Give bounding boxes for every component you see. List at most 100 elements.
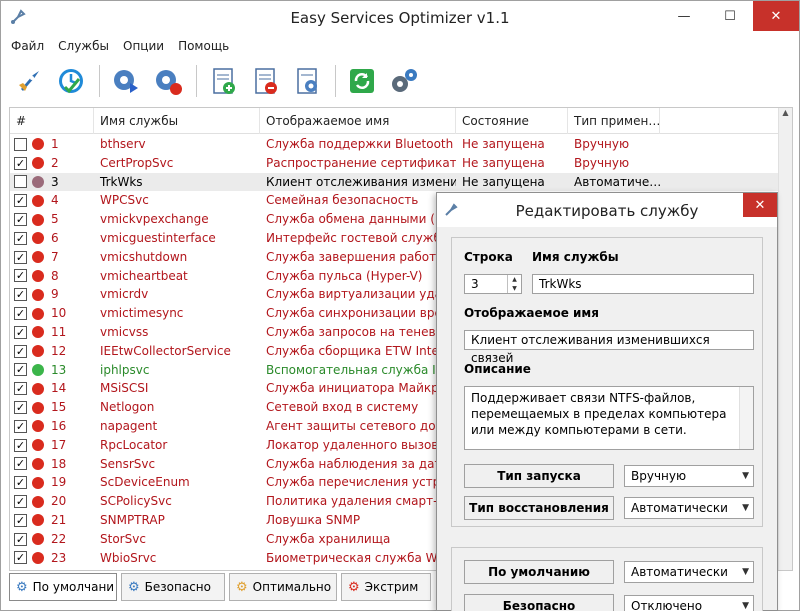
service-name-field[interactable]: TrkWks <box>532 274 754 294</box>
row-number: 9 <box>51 287 59 302</box>
preset-default-button[interactable]: ⚙ По умолчани <box>9 573 117 601</box>
row-number: 7 <box>51 249 59 264</box>
menu-help[interactable]: Помощь <box>178 39 229 53</box>
column-header-apply-type[interactable]: Тип примен… <box>568 108 660 134</box>
table-row[interactable]: 1 bthserv Служба поддержки Bluetooth Не зап… <box>10 135 780 154</box>
description-scrollbar[interactable] <box>739 387 753 449</box>
column-header-service-name[interactable]: Имя службы <box>94 108 260 134</box>
row-checkbox[interactable]: ✓ <box>14 382 27 396</box>
column-header-state[interactable]: Состояние <box>456 108 568 134</box>
service-name-cell: vmicheartbeat <box>100 268 188 283</box>
row-checkbox[interactable]: ✓ <box>14 513 27 527</box>
status-dot-icon <box>32 251 44 264</box>
refresh-icon[interactable] <box>344 63 380 99</box>
minimize-button[interactable]: — <box>661 1 707 31</box>
row-checkbox[interactable]: ✓ <box>14 532 27 546</box>
title-bar: Easy Services Optimizer v1.1 — ☐ ✕ <box>1 1 799 35</box>
row-checkbox[interactable]: ✓ <box>14 401 27 415</box>
row-checkbox[interactable] <box>14 175 27 189</box>
menu-options[interactable]: Опции <box>123 39 164 53</box>
list-scrollbar[interactable]: ▲ <box>778 108 792 570</box>
stepper-arrows-icon[interactable]: ▲ ▼ <box>507 275 521 293</box>
description-textarea[interactable]: Поддерживает связи NTFS-файлов, перемеща… <box>464 386 754 450</box>
clock-icon[interactable] <box>53 63 89 99</box>
menu-bar: Файл Службы Опции Помощь <box>1 35 799 57</box>
rocket-icon[interactable] <box>11 63 47 99</box>
service-name-cell: ScDeviceEnum <box>100 475 190 490</box>
recovery-type-select[interactable]: Автоматически ▼ <box>624 497 754 519</box>
preset-safe-button[interactable]: ⚙ Безопасно <box>121 573 225 601</box>
preset-optimal-button[interactable]: ⚙ Оптимально <box>229 573 337 601</box>
doc-settings-icon[interactable] <box>289 63 325 99</box>
display-name-cell: Агент защиты сетевого дост… <box>266 418 456 433</box>
row-checkbox[interactable]: ✓ <box>14 250 27 264</box>
service-name-cell: vmicvss <box>100 324 149 339</box>
settings-gears-icon[interactable] <box>386 63 422 99</box>
column-header-number[interactable]: # <box>10 108 94 134</box>
close-button[interactable]: ✕ <box>753 1 799 31</box>
row-checkbox[interactable]: ✓ <box>14 213 27 227</box>
row-checkbox[interactable]: ✓ <box>14 438 27 452</box>
row-checkbox[interactable]: ✓ <box>14 344 27 358</box>
display-name-field[interactable]: Клиент отслеживания изменившихся связей <box>464 330 754 365</box>
service-name-cell: vmickvpexchange <box>100 212 209 227</box>
row-checkbox[interactable]: ✓ <box>14 231 27 245</box>
row-checkbox[interactable]: ✓ <box>14 194 27 208</box>
row-number: 23 <box>51 550 67 565</box>
row-stepper-value: 3 <box>471 277 479 291</box>
status-dot-icon <box>32 232 44 245</box>
column-header-display-name[interactable]: Отображаемое имя <box>260 108 456 134</box>
row-checkbox[interactable]: ✓ <box>14 363 27 377</box>
display-name-cell: Локатор удаленного вызова … <box>266 437 456 452</box>
row-checkbox[interactable]: ✓ <box>14 288 27 302</box>
startup-type-select[interactable]: Вручную ▼ <box>624 465 754 487</box>
status-dot-icon <box>32 157 44 170</box>
table-row[interactable]: ✓ 2 CertPropSvc Распространение сертификата… <box>10 154 780 173</box>
row-number-cell: ✓ 14 <box>10 379 94 398</box>
service-name-cell: vmicrdv <box>100 287 149 302</box>
row-checkbox[interactable] <box>14 137 27 151</box>
default-preset-select[interactable]: Автоматически ▼ <box>624 561 754 583</box>
safe-preset-select[interactable]: Отключено ▼ <box>624 595 754 611</box>
display-name-cell: Служба наблюдения за датч… <box>266 456 456 471</box>
preset-safe-label: Безопасно <box>144 580 211 594</box>
dialog-close-button[interactable]: ✕ <box>743 193 777 217</box>
maximize-button[interactable]: ☐ <box>707 1 753 31</box>
edit-service-dialog: Редактировать службу ✕ Строка Имя службы… <box>436 192 778 611</box>
doc-add-icon[interactable] <box>205 63 241 99</box>
preset-extreme-button[interactable]: ⚙ Экстрим <box>341 573 431 601</box>
row-number: 8 <box>51 268 59 283</box>
gear-run-icon[interactable] <box>108 63 144 99</box>
doc-remove-icon[interactable] <box>247 63 283 99</box>
scroll-up-arrow-icon[interactable]: ▲ <box>779 108 792 124</box>
row-checkbox[interactable]: ✓ <box>14 457 27 471</box>
row-checkbox[interactable]: ✓ <box>14 495 27 509</box>
row-number: 15 <box>51 400 67 415</box>
menu-services[interactable]: Службы <box>58 39 109 53</box>
row-checkbox[interactable]: ✓ <box>14 476 27 490</box>
row-checkbox[interactable]: ✓ <box>14 551 27 565</box>
gear-stop-icon[interactable] <box>150 63 186 99</box>
toolbar-separator <box>196 65 197 97</box>
row-number-cell: ✓ 7 <box>10 248 94 267</box>
display-name-cell: Служба пульса (Hyper-V) <box>266 268 423 283</box>
row-number: 1 <box>51 137 59 151</box>
apply-type-cell: Автоматиче… <box>574 174 660 189</box>
row-checkbox[interactable]: ✓ <box>14 325 27 339</box>
row-number-cell: ✓ 22 <box>10 530 94 549</box>
row-number: 5 <box>51 212 59 227</box>
status-dot-icon <box>32 457 44 470</box>
row-number: 13 <box>51 362 67 377</box>
status-dot-icon <box>32 288 44 301</box>
row-checkbox[interactable]: ✓ <box>14 156 27 170</box>
menu-file[interactable]: Файл <box>11 39 44 53</box>
row-checkbox[interactable]: ✓ <box>14 419 27 433</box>
row-stepper[interactable]: 3 ▲ ▼ <box>464 274 522 294</box>
row-number-cell: ✓ 4 <box>10 191 94 210</box>
service-name-cell: iphlpsvc <box>100 362 150 377</box>
row-checkbox[interactable]: ✓ <box>14 307 27 321</box>
row-number-cell: ✓ 19 <box>10 473 94 492</box>
table-row[interactable]: 3 TrkWks Клиент отслеживания измени… Не зап… <box>10 172 780 192</box>
gear-icon: ⚙ <box>16 579 28 595</box>
row-checkbox[interactable]: ✓ <box>14 269 27 283</box>
